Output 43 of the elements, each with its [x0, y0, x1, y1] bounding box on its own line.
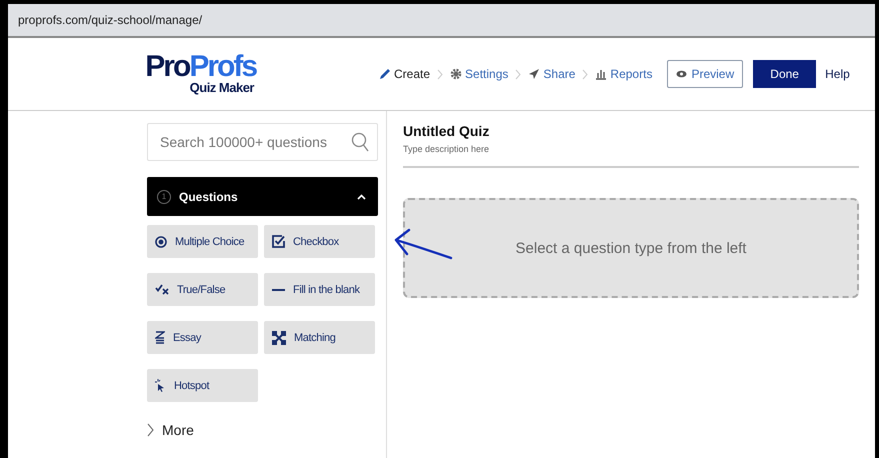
- proprofs-logo[interactable]: ProProfs Quiz Maker: [148, 53, 256, 95]
- question-type-button[interactable]: Matching: [264, 321, 375, 354]
- address-bar[interactable]: proprofs.com/quiz-school/manage/: [8, 4, 875, 38]
- nav-step[interactable]: Reports: [595, 67, 652, 81]
- plane-icon: [528, 68, 540, 80]
- done-button[interactable]: Done: [753, 60, 816, 88]
- search-icon: [351, 132, 369, 152]
- question-type-button[interactable]: Fill in the blank: [264, 273, 375, 306]
- questions-section-header[interactable]: 1 Questions: [147, 177, 378, 216]
- quiz-description[interactable]: Type description here: [403, 144, 859, 154]
- question-type-button[interactable]: Checkbox: [264, 225, 375, 258]
- preview-button[interactable]: Preview: [667, 60, 744, 88]
- question-type-button[interactable]: True/False: [147, 273, 258, 306]
- text-lines-icon: [155, 331, 165, 344]
- question-type-button[interactable]: Hotspot: [147, 369, 258, 402]
- bars-icon: [595, 68, 608, 80]
- nav-step[interactable]: Share: [528, 67, 576, 81]
- matching-icon: [272, 330, 286, 344]
- chevron-icon: [437, 68, 444, 80]
- nav-step[interactable]: Create: [379, 67, 430, 81]
- search-field[interactable]: Search 100000+ questions: [147, 123, 378, 161]
- eye-icon: [676, 70, 688, 78]
- pencil-icon: [379, 68, 391, 80]
- chevron-icon: [147, 423, 154, 437]
- nav-step[interactable]: Settings: [450, 67, 508, 81]
- more-link[interactable]: More: [147, 422, 207, 438]
- dash-icon: [272, 288, 285, 292]
- question-type-button[interactable]: Essay: [147, 321, 258, 354]
- chevron-icon: [515, 68, 522, 80]
- step-number: 1: [157, 190, 171, 204]
- annotation-arrow: [393, 228, 453, 262]
- quiz-title[interactable]: Untitled Quiz: [403, 123, 859, 139]
- question-type-button[interactable]: Multiple Choice: [147, 225, 258, 258]
- checkbox-icon: [272, 235, 285, 248]
- help-link[interactable]: Help: [825, 67, 850, 81]
- check-cross-icon: [155, 284, 169, 295]
- chevron-icon: [582, 68, 588, 80]
- radio-icon: [155, 236, 167, 248]
- empty-message: Select a question type from the left: [516, 240, 746, 256]
- section-title: Questions: [179, 190, 239, 204]
- gear-icon: [450, 68, 462, 80]
- url-text: proprofs.com/quiz-school/manage/: [18, 13, 202, 27]
- pointer-icon: [155, 379, 166, 392]
